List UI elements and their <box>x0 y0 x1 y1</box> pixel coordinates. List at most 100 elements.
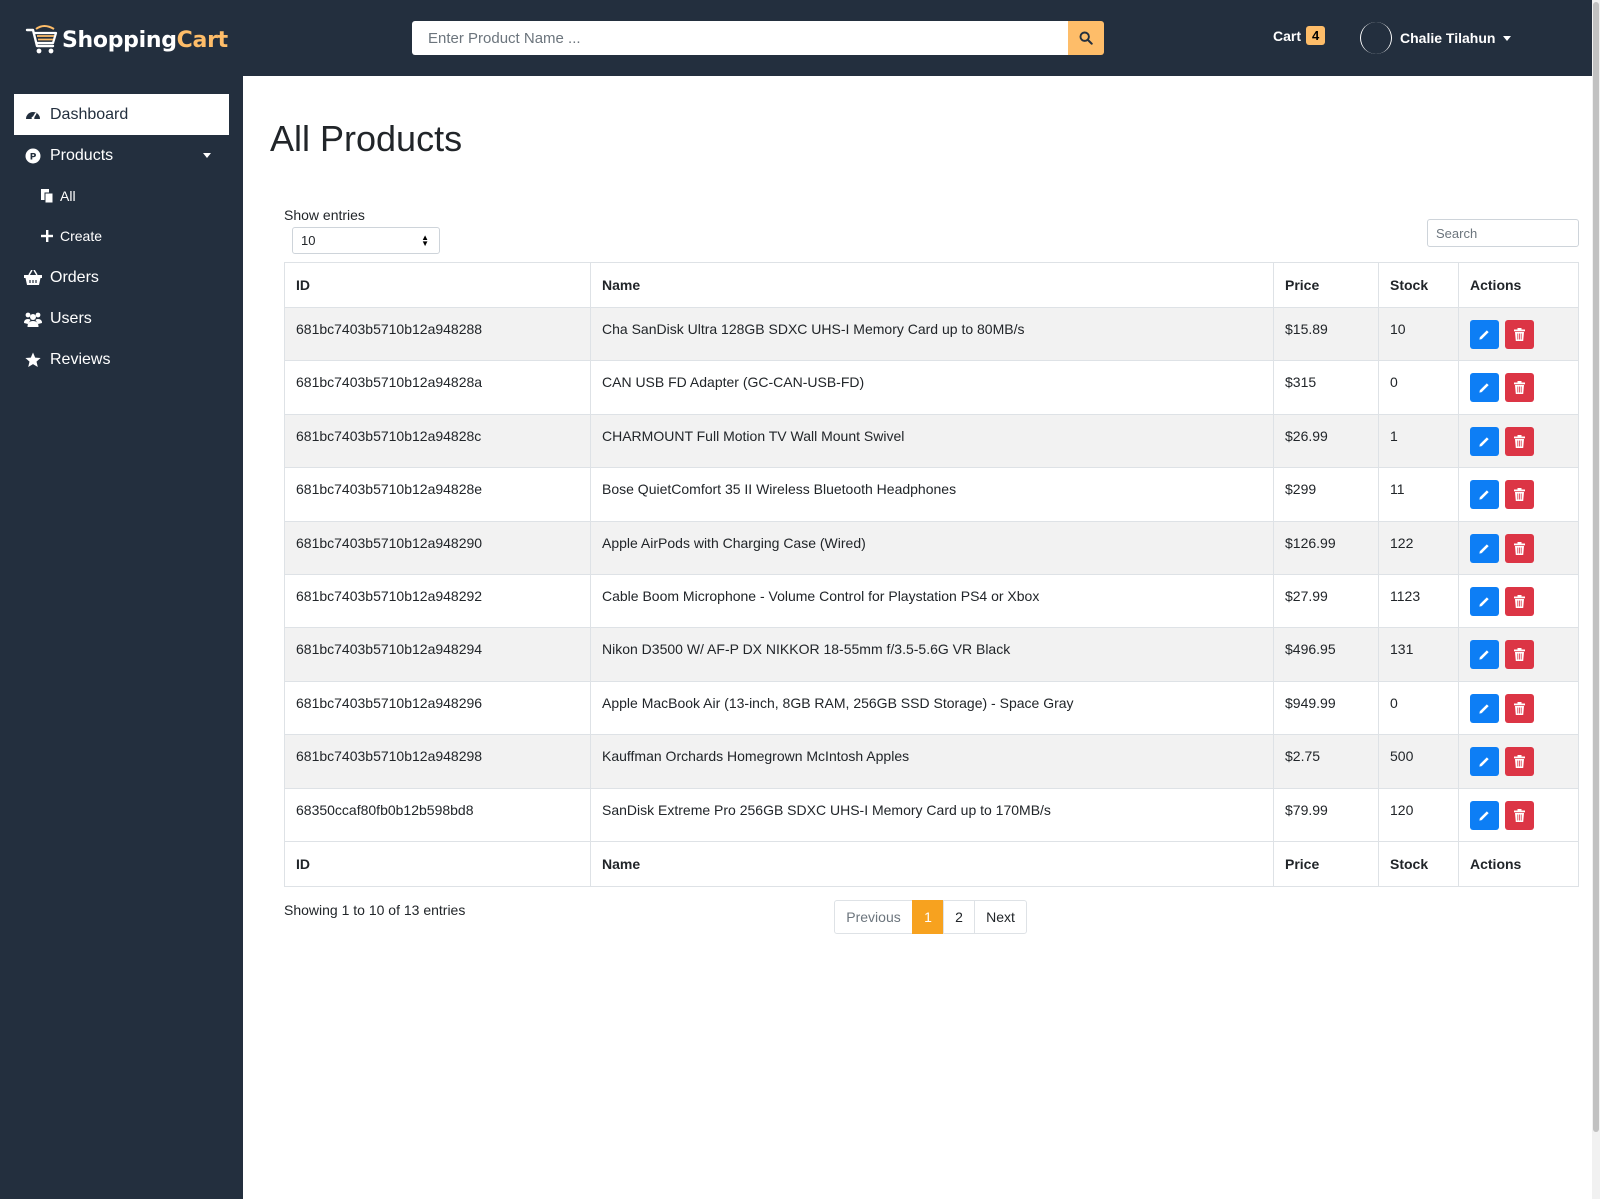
pencil-icon <box>1479 330 1489 340</box>
cell-id: 68350ccaf80fb0b12b598bd8 <box>284 787 591 842</box>
delete-button[interactable] <box>1505 480 1534 510</box>
page-title: All Products <box>270 118 463 159</box>
table-search-input[interactable] <box>1427 219 1579 247</box>
sidebar-item-label: Users <box>50 309 92 327</box>
sidebar-subitem-create[interactable]: Create <box>40 221 102 251</box>
avatar <box>1360 22 1392 54</box>
cart-count-badge: 4 <box>1306 26 1326 45</box>
delete-button[interactable] <box>1505 586 1534 616</box>
column-header-price[interactable]: Price <box>1273 262 1379 308</box>
product-search-input[interactable] <box>412 21 1068 55</box>
user-menu-toggle[interactable]: Chalie Tilahun <box>1360 22 1512 54</box>
sidebar-item-reviews[interactable]: Reviews <box>14 339 229 380</box>
edit-button[interactable] <box>1470 747 1499 777</box>
edit-button[interactable] <box>1470 640 1499 670</box>
cell-price: $79.99 <box>1273 787 1379 842</box>
cell-name: Cable Boom Microphone - Volume Control f… <box>590 573 1274 629</box>
edit-button[interactable] <box>1470 533 1499 563</box>
table-row: 681bc7403b5710b12a94828c CHARMOUNT Full M… <box>284 413 1579 469</box>
cell-stock: 0 <box>1378 360 1459 415</box>
column-header-stock[interactable]: Stock <box>1378 262 1459 308</box>
table-footer-row: ID Name Price Stock Actions <box>284 840 1579 887</box>
pencil-icon <box>1479 597 1489 607</box>
delete-button[interactable] <box>1505 800 1534 830</box>
cell-actions <box>1458 573 1579 629</box>
cell-actions <box>1458 680 1579 736</box>
top-navbar: ShoppingCart Cart 4 Chalie Tilahun <box>0 0 1592 76</box>
cart-label: Cart <box>1273 27 1302 44</box>
sidebar-subitem-label: All <box>60 188 76 204</box>
edit-button[interactable] <box>1470 693 1499 723</box>
edit-button[interactable] <box>1470 426 1499 456</box>
column-header-actions: Actions <box>1458 262 1579 308</box>
sidebar-item-dashboard[interactable]: Dashboard <box>14 94 229 135</box>
cell-price: $496.95 <box>1273 627 1379 682</box>
edit-button[interactable] <box>1470 800 1499 830</box>
edit-button[interactable] <box>1470 480 1499 510</box>
cell-stock: 0 <box>1378 680 1459 736</box>
delete-button[interactable] <box>1505 533 1534 563</box>
delete-button[interactable] <box>1505 426 1534 456</box>
cell-name: Apple AirPods with Charging Case (Wired) <box>590 520 1274 575</box>
cell-id: 681bc7403b5710b12a948294 <box>284 627 591 682</box>
cell-price: $2.75 <box>1273 734 1379 789</box>
pagination-previous-button[interactable]: Previous <box>834 900 913 934</box>
column-header-id[interactable]: ID <box>284 262 591 308</box>
cell-id: 681bc7403b5710b12a948292 <box>284 573 591 629</box>
search-button[interactable] <box>1068 21 1104 55</box>
entries-select-value: 10 <box>301 233 316 248</box>
edit-button[interactable] <box>1470 320 1499 349</box>
delete-button[interactable] <box>1505 320 1534 349</box>
edit-button[interactable] <box>1470 373 1499 403</box>
pagination-next-button[interactable]: Next <box>974 900 1027 934</box>
cell-actions <box>1458 734 1579 789</box>
sidebar: Dashboard P Products All Create Orders U… <box>0 76 243 1199</box>
cell-actions <box>1458 306 1579 362</box>
sidebar-item-orders[interactable]: Orders <box>14 257 229 298</box>
sidebar-subitem-all[interactable]: All <box>40 181 76 211</box>
sidebar-item-label: Products <box>50 146 114 164</box>
logo-text: ShoppingCart <box>62 28 228 53</box>
delete-button[interactable] <box>1505 747 1534 777</box>
chevron-down-icon <box>1503 35 1512 41</box>
cell-id: 681bc7403b5710b12a948298 <box>284 734 591 789</box>
table-row: 681bc7403b5710b12a948292 Cable Boom Micro… <box>284 573 1579 629</box>
cell-name: Cha SanDisk Ultra 128GB SDXC UHS-I Memor… <box>590 306 1274 362</box>
table-row: 681bc7403b5710b12a94828e Bose QuietComfor… <box>284 467 1579 522</box>
column-header-name[interactable]: Name <box>590 262 1274 308</box>
star-icon <box>24 351 42 369</box>
cell-price: $26.99 <box>1273 413 1379 469</box>
table-row: 681bc7403b5710b12a948288 Cha SanDisk Ultr… <box>284 306 1579 362</box>
pencil-icon <box>1479 543 1489 554</box>
edit-button[interactable] <box>1470 586 1499 616</box>
cell-id: 681bc7403b5710b12a94828c <box>284 413 591 469</box>
sidebar-item-label: Dashboard <box>50 105 129 123</box>
sidebar-item-products[interactable]: P Products <box>14 135 229 176</box>
scrollbar-thumb[interactable] <box>1593 2 1599 1132</box>
shopping-basket-icon <box>24 269 42 287</box>
pagination-page-2[interactable]: 2 <box>943 900 975 934</box>
clipboard-icon <box>40 189 54 203</box>
cell-name: Bose QuietComfort 35 II Wireless Bluetoo… <box>590 467 1274 522</box>
cell-name: SanDisk Extreme Pro 256GB SDXC UHS-I Mem… <box>590 787 1274 842</box>
dashboard-gauge-icon <box>24 106 42 124</box>
page-scrollbar[interactable] <box>1592 0 1600 1199</box>
products-table: ID Name Price Stock Actions 681bc7403b57… <box>284 262 1579 887</box>
pencil-icon <box>1479 383 1489 393</box>
sidebar-item-users[interactable]: Users <box>14 298 229 339</box>
cell-price: $299 <box>1273 467 1379 522</box>
pagination-page-1[interactable]: 1 <box>912 900 944 934</box>
delete-button[interactable] <box>1505 640 1534 670</box>
delete-button[interactable] <box>1505 373 1534 403</box>
delete-button[interactable] <box>1505 693 1534 723</box>
trash-icon <box>1514 488 1525 502</box>
logo[interactable]: ShoppingCart <box>24 22 228 58</box>
trash-icon <box>1514 701 1525 715</box>
column-footer-actions: Actions <box>1458 840 1579 887</box>
entries-per-page-select[interactable]: 10 ▲ ▼ <box>292 227 440 254</box>
cart-link[interactable]: Cart 4 <box>1273 26 1326 45</box>
trash-icon <box>1514 594 1525 608</box>
trash-icon <box>1514 328 1525 341</box>
show-entries-label: Show entries <box>284 207 365 223</box>
cell-id: 681bc7403b5710b12a948288 <box>284 306 591 362</box>
